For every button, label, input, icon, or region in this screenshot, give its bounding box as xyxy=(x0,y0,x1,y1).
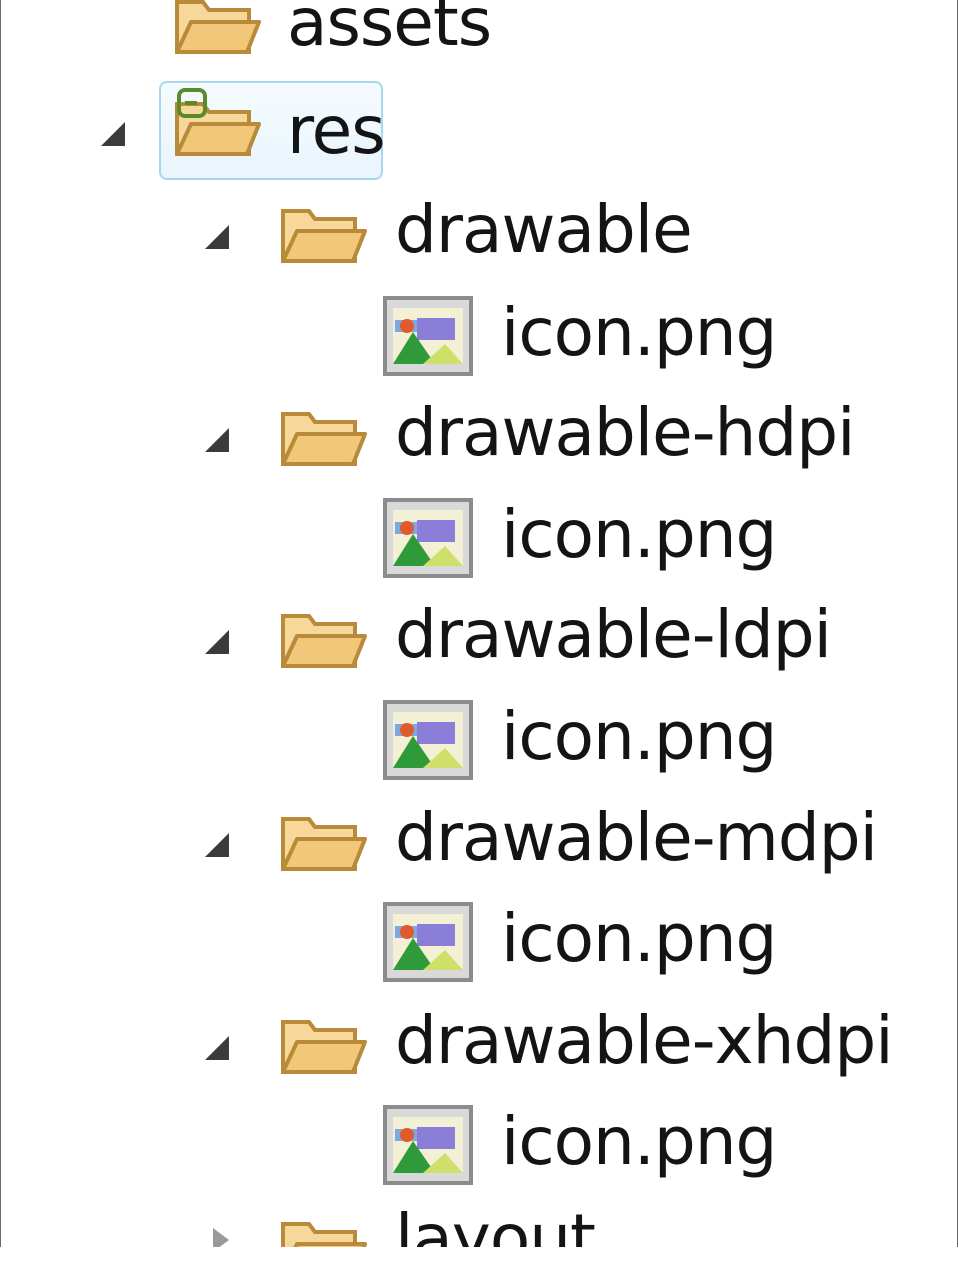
source-folder-overlay-icon xyxy=(177,88,207,118)
folder-open-icon xyxy=(279,1010,367,1080)
tree-item-file[interactable]: icon.png xyxy=(1,892,957,992)
tree-item-label: layout xyxy=(395,1200,596,1248)
folder-open-icon xyxy=(279,604,367,674)
tree-item-layout[interactable]: layout xyxy=(1,1196,957,1247)
image-file-icon xyxy=(383,700,473,780)
tree-item-file[interactable]: icon.png xyxy=(1,690,957,790)
folder-open-icon xyxy=(279,807,367,877)
tree-item-label: drawable-mdpi xyxy=(395,799,878,876)
package-explorer-tree: assets res drawable icon.png drawable-hd… xyxy=(0,0,958,1247)
tree-item-assets[interactable]: assets xyxy=(1,0,957,60)
tree-item-folder[interactable]: drawable-xhdpi xyxy=(1,994,957,1094)
folder-open-icon xyxy=(279,1212,367,1247)
tree-item-label: drawable-hdpi xyxy=(395,394,856,471)
tree-item-label: drawable xyxy=(395,191,693,268)
image-file-icon xyxy=(383,296,473,376)
tree-item-file[interactable]: icon.png xyxy=(1,1095,957,1195)
folder-open-icon xyxy=(279,199,367,269)
folder-open-icon xyxy=(173,0,261,60)
tree-item-res[interactable]: res xyxy=(1,80,957,180)
triangle-collapsed-icon[interactable] xyxy=(205,1224,237,1247)
tree-item-label: assets xyxy=(287,0,492,61)
tree-item-folder[interactable]: drawable-ldpi xyxy=(1,588,957,688)
triangle-expanded-icon[interactable] xyxy=(201,626,233,658)
tree-item-label: icon.png xyxy=(501,900,777,977)
triangle-expanded-icon[interactable] xyxy=(201,829,233,861)
tree-item-label: res xyxy=(287,92,386,169)
image-file-icon xyxy=(383,1105,473,1185)
tree-item-label: icon.png xyxy=(501,496,777,573)
tree-item-label: icon.png xyxy=(501,294,777,371)
triangle-expanded-icon[interactable] xyxy=(201,424,233,456)
tree-item-folder[interactable]: drawable-hdpi xyxy=(1,386,957,486)
tree-item-file[interactable]: icon.png xyxy=(1,286,957,386)
tree-item-label: icon.png xyxy=(501,1103,777,1180)
tree-item-label: drawable-xhdpi xyxy=(395,1002,894,1079)
tree-item-file[interactable]: icon.png xyxy=(1,488,957,588)
triangle-expanded-icon[interactable] xyxy=(201,221,233,253)
image-file-icon xyxy=(383,498,473,578)
tree-item-folder[interactable]: drawable xyxy=(1,183,957,283)
tree-item-folder[interactable]: drawable-mdpi xyxy=(1,791,957,891)
triangle-expanded-icon[interactable] xyxy=(97,118,129,150)
image-file-icon xyxy=(383,902,473,982)
tree-item-label: icon.png xyxy=(501,698,777,775)
tree-item-label: drawable-ldpi xyxy=(395,596,832,673)
triangle-expanded-icon[interactable] xyxy=(201,1032,233,1064)
folder-open-icon xyxy=(279,402,367,472)
